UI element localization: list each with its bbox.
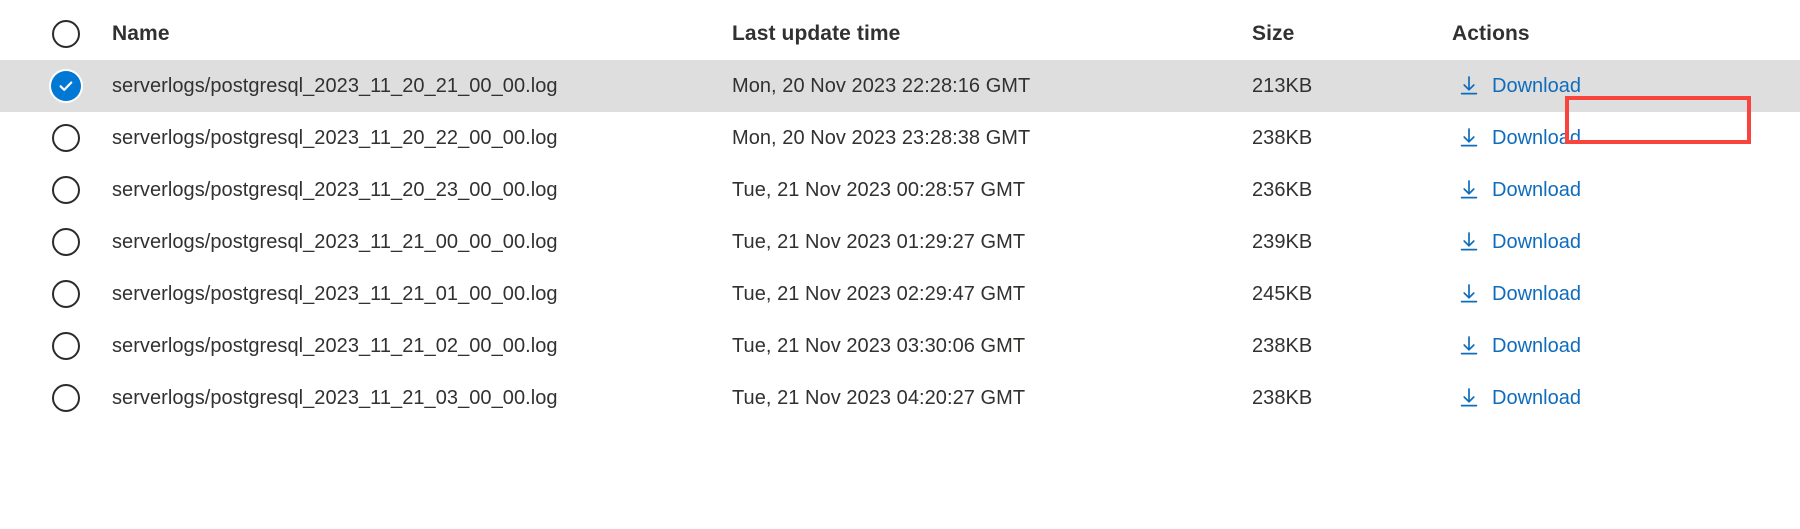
cell-size: 238KB [1252, 334, 1313, 357]
row-checkbox[interactable] [20, 320, 112, 372]
table-row[interactable]: serverlogs/postgresql_2023_11_21_01_00_0… [0, 268, 1800, 320]
download-icon [1460, 76, 1478, 95]
download-button[interactable]: Download [1452, 382, 1587, 415]
cell-actions: Download [1452, 320, 1800, 372]
cell-size: 238KB [1252, 386, 1313, 409]
cell-actions: Download [1452, 268, 1800, 320]
select-all-checkbox[interactable] [20, 8, 112, 60]
row-checkbox[interactable] [20, 164, 112, 216]
row-checkbox[interactable] [20, 372, 112, 424]
checkbox-unchecked-icon [52, 332, 80, 360]
download-icon [1460, 128, 1478, 147]
checkbox-unchecked-icon [52, 20, 80, 48]
cell-size: 239KB [1252, 230, 1313, 253]
download-button[interactable]: Download [1452, 70, 1587, 103]
column-header-size[interactable]: Size [1252, 21, 1452, 46]
download-icon [1460, 284, 1478, 303]
table-row[interactable]: serverlogs/postgresql_2023_11_20_23_00_0… [0, 164, 1800, 216]
cell-file-name: serverlogs/postgresql_2023_11_20_21_00_0… [112, 74, 558, 97]
row-checkbox[interactable] [20, 268, 112, 320]
file-list-panel: Name Last update time Size Actions serve… [0, 0, 1800, 529]
table-row[interactable]: serverlogs/postgresql_2023_11_21_00_00_0… [0, 216, 1800, 268]
cell-actions: Download [1452, 216, 1800, 268]
checkbox-unchecked-icon [52, 280, 80, 308]
row-checkbox[interactable] [20, 60, 112, 112]
cell-actions: Download [1452, 372, 1800, 424]
download-button[interactable]: Download [1452, 122, 1587, 155]
download-icon [1460, 336, 1478, 355]
cell-size: 236KB [1252, 178, 1313, 201]
cell-actions: Download [1452, 112, 1800, 164]
download-label: Download [1492, 230, 1581, 253]
cell-size: 238KB [1252, 126, 1313, 149]
checkbox-unchecked-icon [52, 384, 80, 412]
checkbox-unchecked-icon [52, 228, 80, 256]
column-header-actions[interactable]: Actions [1452, 21, 1800, 46]
column-header-last-update-time[interactable]: Last update time [732, 21, 1252, 46]
cell-file-name: serverlogs/postgresql_2023_11_20_23_00_0… [112, 178, 558, 201]
cell-size: 213KB [1252, 74, 1313, 97]
table-body: serverlogs/postgresql_2023_11_20_21_00_0… [0, 60, 1800, 424]
table-header-row: Name Last update time Size Actions [0, 0, 1800, 60]
download-button[interactable]: Download [1452, 174, 1587, 207]
checkbox-checked-icon [51, 71, 81, 101]
cell-last-update-time: Mon, 20 Nov 2023 23:28:38 GMT [732, 126, 1031, 149]
download-label: Download [1492, 282, 1581, 305]
download-label: Download [1492, 386, 1581, 409]
row-checkbox[interactable] [20, 112, 112, 164]
cell-last-update-time: Tue, 21 Nov 2023 00:28:57 GMT [732, 178, 1026, 201]
cell-last-update-time: Tue, 21 Nov 2023 03:30:06 GMT [732, 334, 1026, 357]
download-label: Download [1492, 126, 1581, 149]
download-icon [1460, 232, 1478, 251]
column-header-name[interactable]: Name [112, 21, 732, 46]
table-row[interactable]: serverlogs/postgresql_2023_11_21_03_00_0… [0, 372, 1800, 424]
download-icon [1460, 388, 1478, 407]
cell-last-update-time: Tue, 21 Nov 2023 02:29:47 GMT [732, 282, 1026, 305]
cell-file-name: serverlogs/postgresql_2023_11_21_01_00_0… [112, 282, 558, 305]
cell-size: 245KB [1252, 282, 1313, 305]
cell-file-name: serverlogs/postgresql_2023_11_20_22_00_0… [112, 126, 558, 149]
download-label: Download [1492, 74, 1581, 97]
cell-file-name: serverlogs/postgresql_2023_11_21_02_00_0… [112, 334, 558, 357]
cell-last-update-time: Mon, 20 Nov 2023 22:28:16 GMT [732, 74, 1031, 97]
row-checkbox[interactable] [20, 216, 112, 268]
cell-last-update-time: Tue, 21 Nov 2023 04:20:27 GMT [732, 386, 1026, 409]
cell-last-update-time: Tue, 21 Nov 2023 01:29:27 GMT [732, 230, 1026, 253]
download-icon [1460, 180, 1478, 199]
cell-file-name: serverlogs/postgresql_2023_11_21_00_00_0… [112, 230, 558, 253]
download-label: Download [1492, 334, 1581, 357]
cell-actions: Download [1452, 164, 1800, 216]
cell-file-name: serverlogs/postgresql_2023_11_21_03_00_0… [112, 386, 558, 409]
table-row[interactable]: serverlogs/postgresql_2023_11_21_02_00_0… [0, 320, 1800, 372]
download-button[interactable]: Download [1452, 278, 1587, 311]
table-row[interactable]: serverlogs/postgresql_2023_11_20_21_00_0… [0, 60, 1800, 112]
download-button[interactable]: Download [1452, 226, 1587, 259]
checkbox-unchecked-icon [52, 176, 80, 204]
download-button[interactable]: Download [1452, 330, 1587, 363]
cell-actions: Download [1452, 60, 1800, 112]
download-label: Download [1492, 178, 1581, 201]
table-row[interactable]: serverlogs/postgresql_2023_11_20_22_00_0… [0, 112, 1800, 164]
checkbox-unchecked-icon [52, 124, 80, 152]
